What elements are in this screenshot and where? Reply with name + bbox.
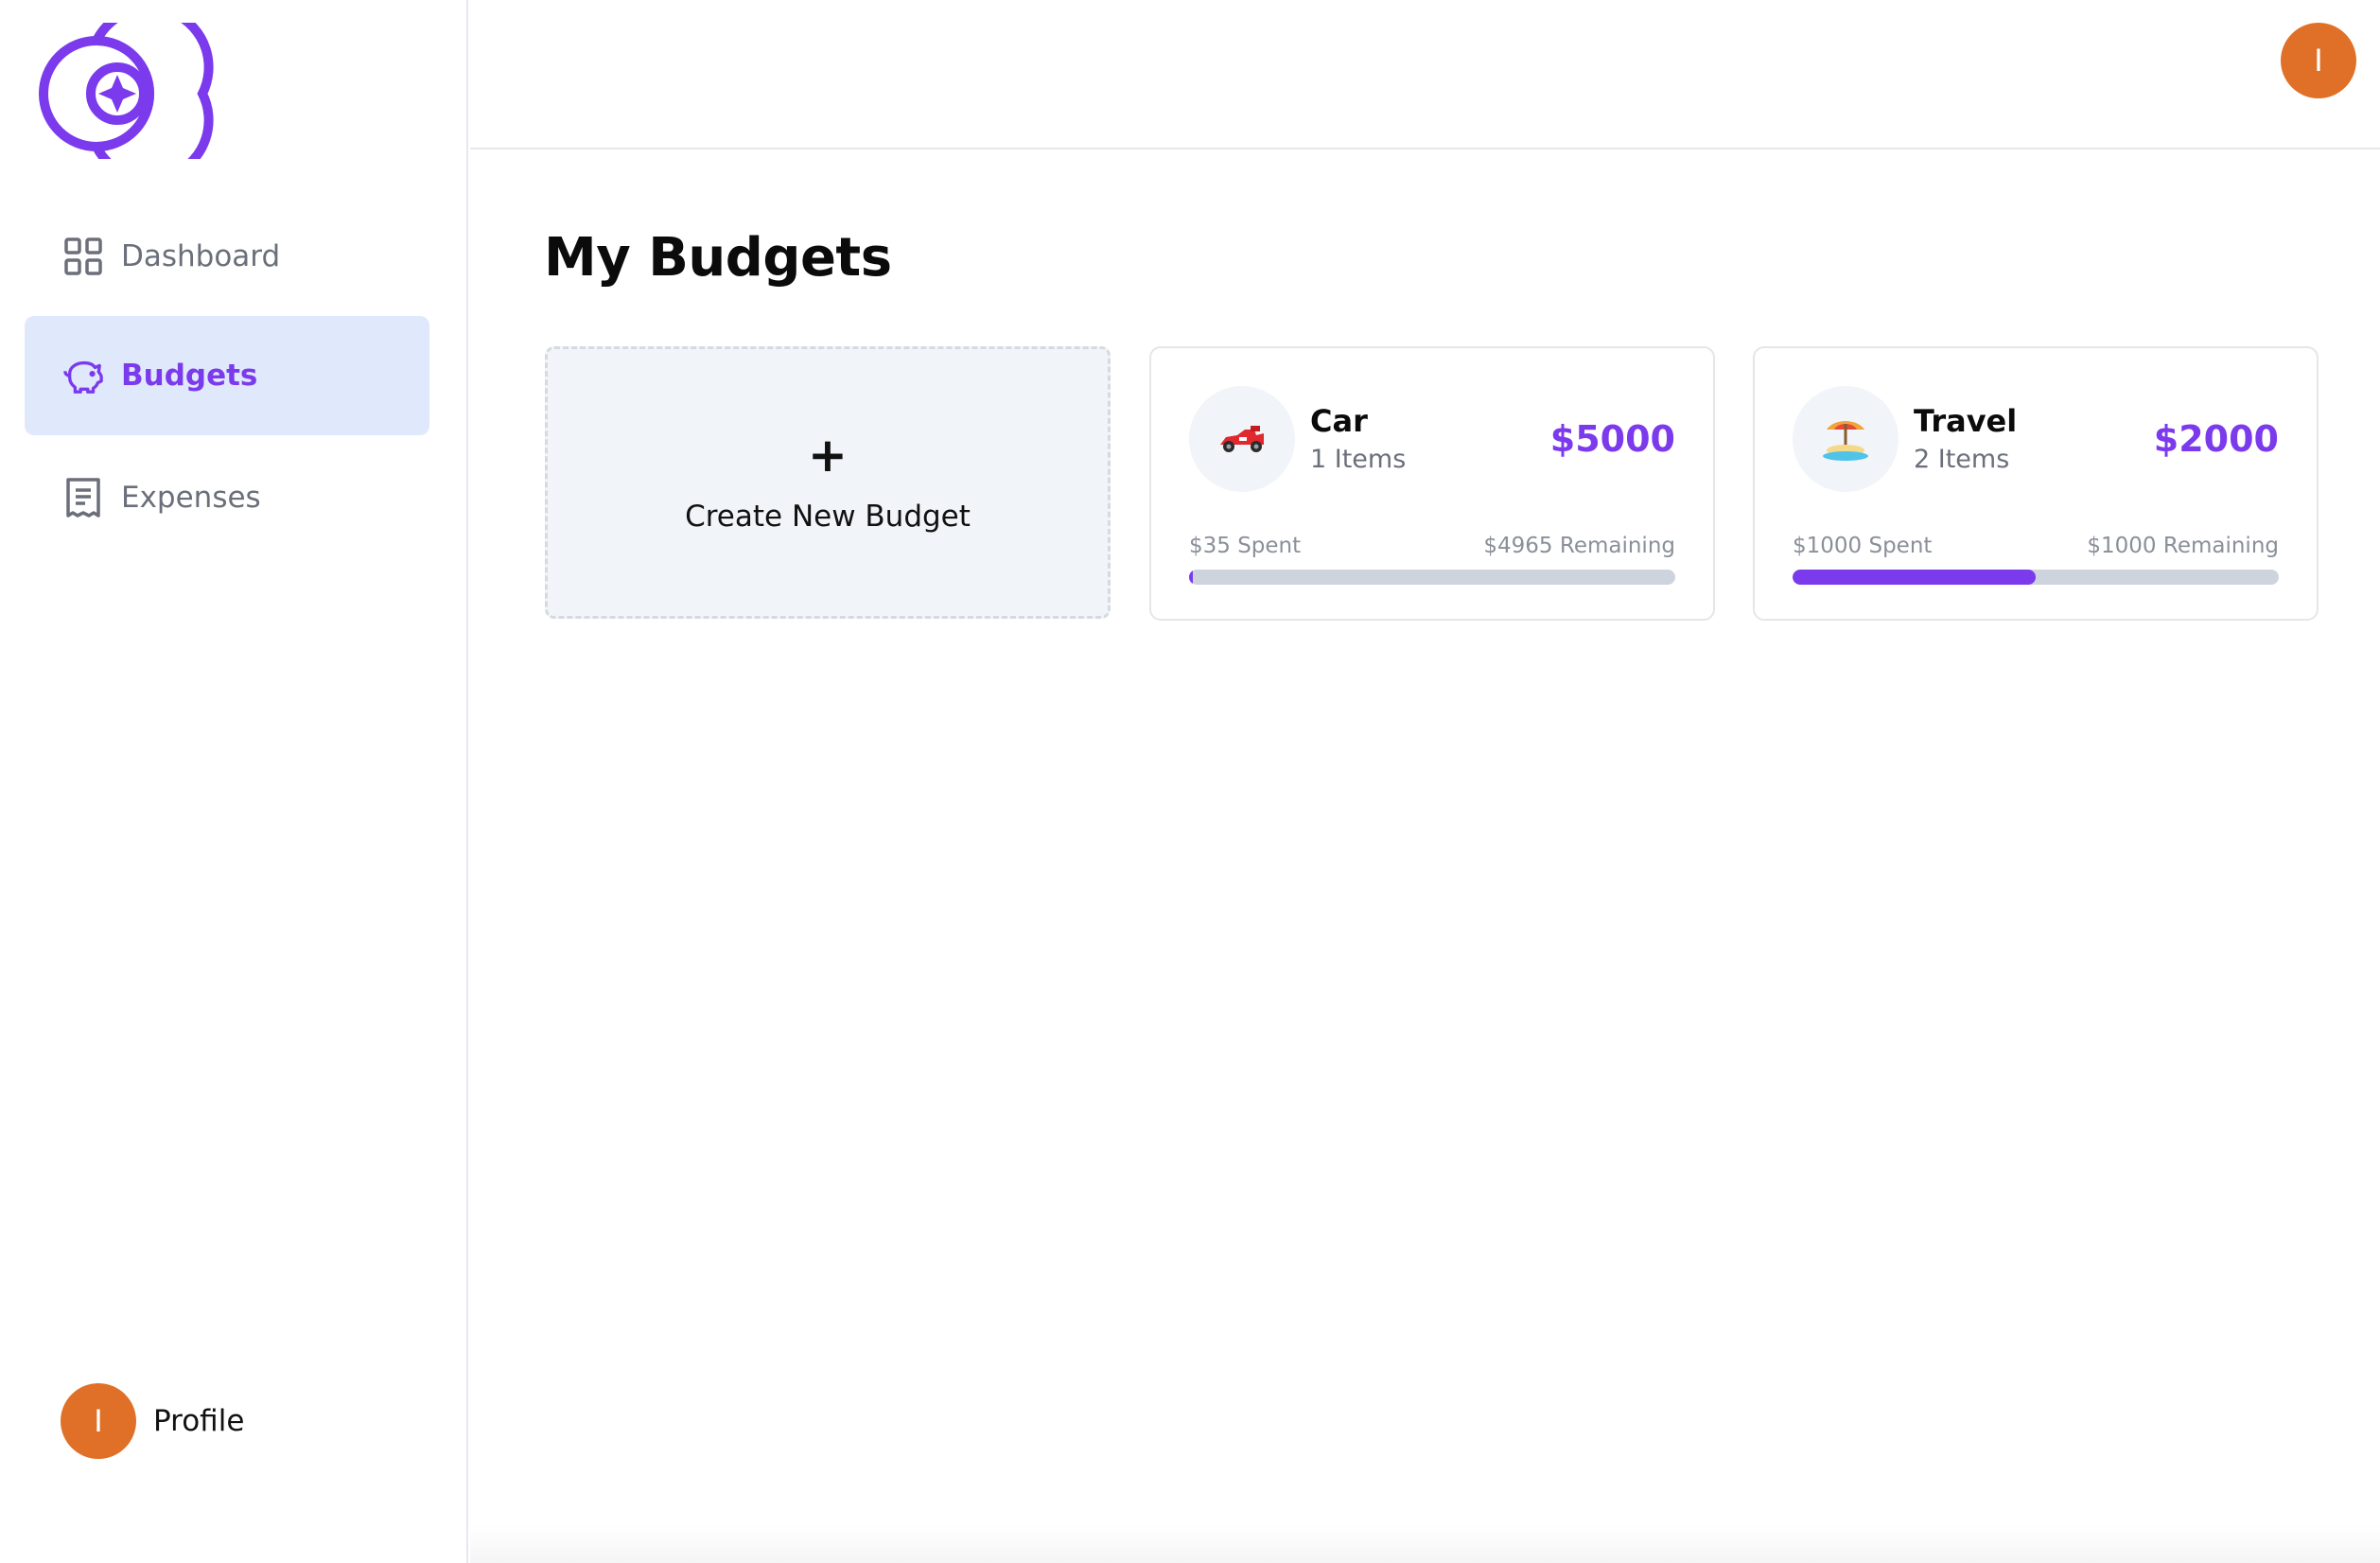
race-car-icon [1189, 386, 1295, 492]
budget-amount: $5000 [1549, 418, 1675, 460]
sidebar-item-dashboard[interactable]: Dashboard [25, 197, 429, 316]
profile-link[interactable]: I Profile [61, 1383, 244, 1459]
user-avatar-button[interactable]: I [2281, 23, 2356, 98]
page-title: My Budgets [544, 227, 892, 289]
budget-spent: $35 Spent [1189, 534, 1302, 558]
island-emoji [1823, 421, 1868, 461]
budget-amount: $2000 [2153, 418, 2279, 460]
budget-remaining: $1000 Remaining [2087, 534, 2279, 558]
budget-item-count: 2 Items [1914, 445, 2010, 474]
piggy-bank-icon [62, 355, 104, 396]
profile-label: Profile [153, 1404, 245, 1438]
sidebar: Dashboard Budgets Expenses I Profile [0, 0, 468, 1563]
budget-app-logo-icon[interactable] [23, 3, 216, 184]
page-footer-shade [470, 1525, 2380, 1563]
budget-item-count: 1 Items [1310, 445, 1407, 474]
sidebar-item-budgets[interactable]: Budgets [25, 316, 429, 435]
receipt-icon [62, 477, 104, 518]
plus-icon: + [808, 428, 848, 483]
top-header: I [470, 0, 2380, 149]
sidebar-item-label: Expenses [121, 481, 261, 515]
budget-card-car[interactable]: Car 1 Items $5000 $35 Spent $4965 Remain… [1149, 346, 1715, 621]
create-budget-button[interactable]: + Create New Budget [545, 346, 1111, 619]
budget-name: Car [1310, 403, 1368, 439]
budget-progress-bar [1793, 570, 2279, 585]
budget-progress-fill [1189, 570, 1193, 585]
budget-progress-bar [1189, 570, 1675, 585]
desert-island-icon [1793, 386, 1899, 492]
avatar[interactable]: I [61, 1383, 136, 1459]
budget-name: Travel [1914, 403, 2018, 439]
create-budget-label: Create New Budget [685, 500, 971, 534]
race-car-emoji [1220, 426, 1264, 452]
budget-progress-fill [1793, 570, 2036, 585]
budget-card-travel[interactable]: Travel 2 Items $2000 $1000 Spent $1000 R… [1753, 346, 2319, 621]
budget-spent: $1000 Spent [1793, 534, 1933, 558]
sidebar-item-label: Dashboard [121, 239, 281, 273]
sidebar-item-label: Budgets [121, 359, 258, 393]
grid-icon [62, 236, 104, 277]
budget-remaining: $4965 Remaining [1483, 534, 1675, 558]
sidebar-item-expenses[interactable]: Expenses [25, 438, 429, 557]
